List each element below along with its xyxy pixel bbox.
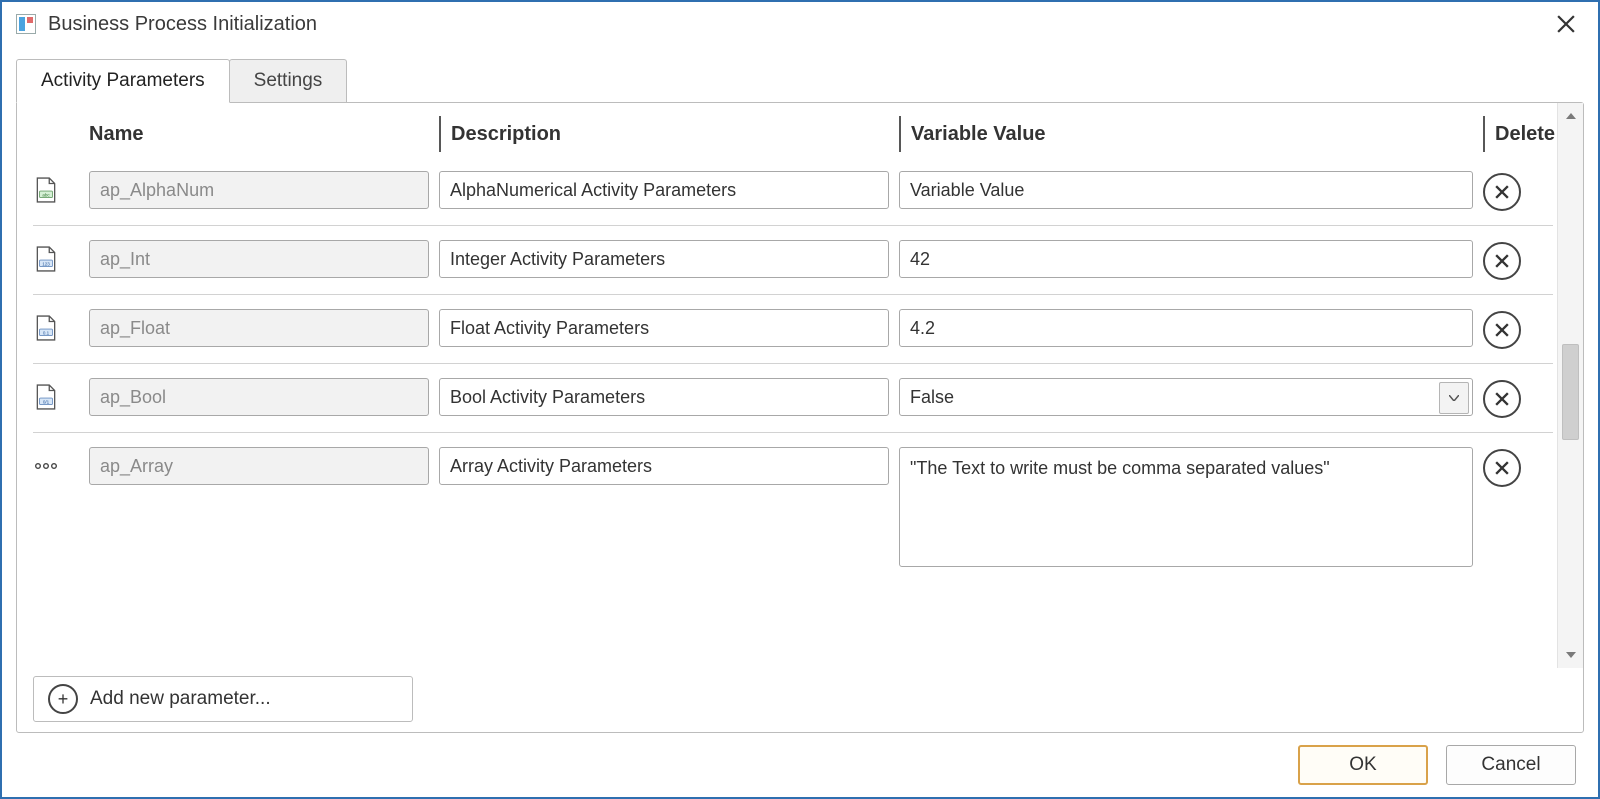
dialog-body: Activity Parameters Settings Name Descri… xyxy=(2,46,1598,733)
dialog-window: Business Process Initialization Activity… xyxy=(0,0,1600,799)
scroll-area: Name Description Variable Value Delete xyxy=(17,103,1583,668)
description-field[interactable] xyxy=(439,309,889,347)
value-textarea[interactable] xyxy=(899,447,1473,567)
delete-row-button[interactable] xyxy=(1483,242,1521,280)
scrollbar-thumb[interactable] xyxy=(1562,344,1579,440)
parameters-grid: Name Description Variable Value Delete xyxy=(33,111,1553,586)
svg-text:0/1: 0/1 xyxy=(43,399,50,404)
tab-activity-parameters[interactable]: Activity Parameters xyxy=(16,59,230,103)
type-file-float-icon: 0.1 xyxy=(33,313,59,343)
tab-settings[interactable]: Settings xyxy=(229,59,348,102)
app-icon xyxy=(16,14,36,34)
close-button[interactable] xyxy=(1548,6,1584,42)
chevron-down-icon[interactable] xyxy=(1439,382,1469,414)
cancel-button[interactable]: Cancel xyxy=(1446,745,1576,785)
name-field[interactable] xyxy=(89,309,429,347)
col-header-description: Description xyxy=(439,116,889,152)
header-row: Name Description Variable Value Delete xyxy=(33,111,1553,157)
parameter-row: 0.1 xyxy=(33,295,1553,364)
vertical-scrollbar[interactable] xyxy=(1557,103,1583,668)
parameter-row: 123 xyxy=(33,226,1553,295)
description-field[interactable] xyxy=(439,240,889,278)
col-header-delete: Delete xyxy=(1483,116,1553,152)
parameter-row: abc xyxy=(33,157,1553,226)
name-field[interactable] xyxy=(89,171,429,209)
description-field[interactable] xyxy=(439,171,889,209)
ok-button[interactable]: OK xyxy=(1298,745,1428,785)
svg-text:123: 123 xyxy=(42,261,50,266)
svg-text:0.1: 0.1 xyxy=(43,330,50,335)
ok-label: OK xyxy=(1349,754,1376,775)
add-parameter-label: Add new parameter... xyxy=(90,688,271,710)
cancel-label: Cancel xyxy=(1481,754,1540,775)
delete-row-button[interactable] xyxy=(1483,449,1521,487)
parameters-content: Name Description Variable Value Delete xyxy=(17,103,1557,668)
titlebar: Business Process Initialization xyxy=(2,2,1598,46)
value-field[interactable] xyxy=(899,171,1473,209)
add-parameter-button[interactable]: + Add new parameter... xyxy=(33,676,413,722)
type-array-dots-icon xyxy=(33,451,59,481)
col-header-name: Name xyxy=(89,116,429,152)
value-field[interactable] xyxy=(899,240,1473,278)
delete-row-button[interactable] xyxy=(1483,380,1521,418)
type-file-bool-icon: 0/1 xyxy=(33,382,59,412)
type-file-abc-icon: abc xyxy=(33,175,59,205)
scrollbar-track[interactable] xyxy=(1558,125,1583,646)
name-field[interactable] xyxy=(89,240,429,278)
scroll-up-arrow-icon[interactable] xyxy=(1558,107,1583,125)
type-file-123-icon: 123 xyxy=(33,244,59,274)
window-title: Business Process Initialization xyxy=(48,13,1548,36)
name-field[interactable] xyxy=(89,378,429,416)
col-header-value: Variable Value xyxy=(899,116,1473,152)
tab-strip: Activity Parameters Settings xyxy=(16,60,1584,102)
description-field[interactable] xyxy=(439,378,889,416)
dialog-footer: OK Cancel xyxy=(2,733,1598,797)
name-field[interactable] xyxy=(89,447,429,485)
parameter-row xyxy=(33,433,1553,586)
delete-row-button[interactable] xyxy=(1483,173,1521,211)
plus-icon: + xyxy=(48,684,78,714)
description-field[interactable] xyxy=(439,447,889,485)
parameter-row: 0/1 xyxy=(33,364,1553,433)
tab-panel: Name Description Variable Value Delete xyxy=(16,102,1584,733)
svg-text:abc: abc xyxy=(42,192,50,197)
tab-label: Activity Parameters xyxy=(41,70,205,92)
value-select[interactable] xyxy=(899,378,1473,416)
delete-row-button[interactable] xyxy=(1483,311,1521,349)
tab-label: Settings xyxy=(254,70,323,92)
value-field[interactable] xyxy=(899,309,1473,347)
scroll-down-arrow-icon[interactable] xyxy=(1558,646,1583,664)
